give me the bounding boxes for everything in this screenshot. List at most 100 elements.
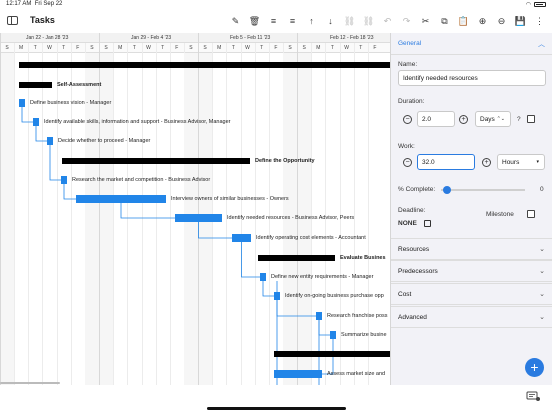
dependency-link: [63, 184, 76, 200]
gantt-chart[interactable]: Jan 22 - Jan 28 '23 Jan 29 - Feb 4 '23 Feb…: [0, 33, 390, 385]
status-time: 12:17 AM Fri Sep 22: [6, 1, 63, 7]
horizontal-scrollbar[interactable]: [0, 382, 60, 384]
task-label: Assess market size and: [327, 371, 386, 377]
project-summary-bar[interactable]: [19, 62, 390, 68]
work-decrement-icon[interactable]: −: [403, 158, 412, 167]
summary-bar[interactable]: [62, 158, 250, 164]
chevron-down-icon: ▾: [536, 159, 539, 165]
more-icon[interactable]: ⋮: [530, 15, 549, 27]
task-bar[interactable]: [61, 176, 67, 184]
add-task-button[interactable]: +: [525, 358, 544, 377]
section-label: Resources: [398, 246, 430, 253]
trash-icon[interactable]: 🗑: [245, 15, 264, 27]
calendar-icon[interactable]: [424, 220, 431, 227]
task-label: Research franchise poss: [327, 313, 388, 319]
complete-slider-track: [441, 189, 525, 191]
task-bar[interactable]: [76, 195, 166, 203]
dependency-link: [276, 300, 316, 317]
scissors-icon[interactable]: ✂: [416, 15, 435, 27]
section-label: Cost: [398, 291, 412, 298]
chevron-down-icon: ⌄: [539, 268, 545, 275]
dependency-link: [49, 145, 61, 181]
task-bar[interactable]: [232, 234, 251, 242]
task-label: Decide whether to proceed - Manager: [58, 138, 151, 144]
chevron-down-icon: ⌄: [539, 314, 545, 321]
milestone-label: Milestone: [486, 211, 514, 218]
indent-icon[interactable]: ≡: [264, 15, 283, 27]
dependency-link: [120, 203, 175, 219]
task-bar[interactable]: [274, 292, 280, 300]
duration-estimate-checkbox[interactable]: [527, 115, 535, 123]
outdent-icon[interactable]: ≡: [283, 15, 302, 27]
deadline-value[interactable]: NONE: [398, 220, 417, 227]
page-title: Tasks: [30, 15, 55, 25]
name-label: Name:: [398, 61, 418, 68]
task-label: Interview owners of similar businesses -…: [171, 196, 289, 202]
deadline-label: Deadline:: [398, 207, 426, 214]
summary-bar[interactable]: [258, 255, 335, 261]
sidebar-toggle-icon[interactable]: [7, 16, 18, 25]
chevron-down-icon: ⌄: [539, 291, 545, 298]
task-label: Identify available skills, information a…: [44, 119, 231, 125]
task-bar[interactable]: [47, 137, 53, 145]
status-icons: ◠: [526, 1, 546, 8]
work-label: Work:: [398, 143, 415, 150]
task-bar[interactable]: [274, 370, 322, 378]
task-label: Define business vision - Manager: [30, 100, 112, 106]
complete-slider[interactable]: [443, 186, 451, 194]
pencil-icon[interactable]: ✎: [226, 15, 245, 27]
arrow-down-icon[interactable]: ↓: [321, 15, 340, 27]
section-predecessors[interactable]: Predecessors ⌄: [391, 260, 552, 282]
undo-icon[interactable]: ↶: [378, 15, 397, 27]
section-resources[interactable]: Resources ⌄: [391, 238, 552, 260]
chevron-updown-icon: ⌃⌄: [496, 116, 505, 122]
summary-task-label: Evaluate Busines: [340, 255, 386, 261]
general-section-header[interactable]: General ︿: [391, 33, 552, 55]
chevron-down-icon: ⌄: [539, 246, 545, 253]
task-inspector-panel: General ︿ Name: Identify needed resource…: [390, 33, 552, 385]
arrow-up-icon[interactable]: ↑: [302, 15, 321, 27]
dependency-link: [21, 107, 33, 123]
resource-assign-icon[interactable]: [524, 389, 542, 403]
task-label: Identify needed resources - Business Adv…: [227, 215, 355, 221]
home-indicator: [207, 407, 346, 410]
wifi-icon: ◠: [525, 2, 531, 8]
task-bar[interactable]: [33, 118, 39, 126]
summary-task-label: Self-Assessment: [57, 82, 102, 88]
dependency-link: [318, 320, 330, 336]
summary-bar[interactable]: [19, 82, 52, 88]
task-bar[interactable]: [175, 214, 222, 222]
zoom-in-icon[interactable]: ⊕: [473, 15, 492, 27]
name-field[interactable]: Identify needed resources: [398, 70, 546, 86]
section-cost[interactable]: Cost ⌄: [391, 283, 552, 305]
work-field[interactable]: 32.0: [417, 154, 475, 170]
section-advanced[interactable]: Advanced ⌄: [391, 306, 552, 328]
milestone-checkbox[interactable]: [527, 210, 535, 218]
redo-icon[interactable]: ↷: [397, 15, 416, 27]
copy-icon[interactable]: ⧉: [435, 15, 454, 27]
task-bar[interactable]: [316, 312, 322, 320]
dependency-link: [35, 126, 47, 142]
duration-decrement-icon[interactable]: −: [403, 115, 412, 124]
unlink-icon[interactable]: ⛓: [359, 15, 378, 27]
zoom-out-icon[interactable]: ⊖: [492, 15, 511, 27]
section-label: Predecessors: [398, 268, 438, 275]
link-icon[interactable]: ⛓: [340, 15, 359, 27]
task-label: Summarize busine: [341, 332, 387, 338]
chevron-up-icon: ︿: [538, 41, 545, 48]
task-bar[interactable]: [19, 99, 25, 107]
duration-field[interactable]: 2.0: [417, 111, 455, 127]
duration-label: Duration:: [398, 98, 425, 105]
duration-question: ?: [517, 116, 521, 123]
paste-icon[interactable]: 📋: [454, 15, 473, 27]
toolbar: Tasks ✎ 🗑 ≡ ≡ ↑ ↓ ⛓ ⛓ ↶ ↷ ✂ ⧉ 📋 ⊕ ⊖ 💾 ⋮: [0, 10, 552, 32]
duration-increment-icon[interactable]: +: [459, 115, 468, 124]
work-increment-icon[interactable]: +: [482, 158, 491, 167]
task-bar[interactable]: [330, 331, 336, 339]
duration-unit-select[interactable]: Days ⌃⌄: [475, 111, 511, 127]
summary-bar[interactable]: [274, 351, 390, 357]
save-icon[interactable]: 💾: [511, 15, 530, 27]
complete-value: 0: [540, 186, 544, 193]
work-unit-select[interactable]: Hours ▾: [497, 154, 545, 170]
task-bar[interactable]: [260, 273, 266, 281]
